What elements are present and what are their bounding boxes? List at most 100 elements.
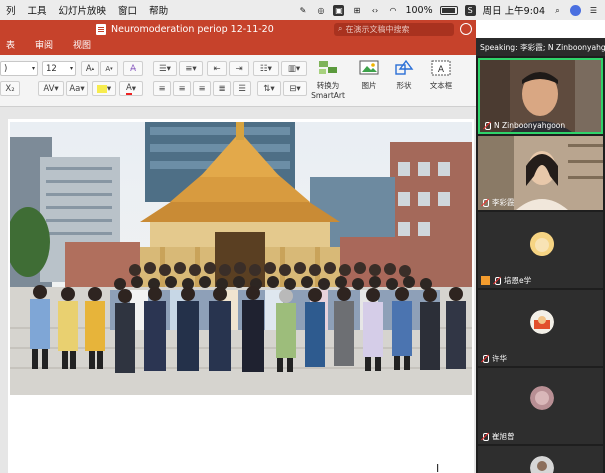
- text-direction-icon[interactable]: ⇅▾: [257, 81, 281, 96]
- avatar-image: [530, 456, 554, 473]
- insert-textbox-button[interactable]: A 文本框: [425, 59, 457, 91]
- align-text-icon[interactable]: ⊟▾: [283, 81, 307, 96]
- script-icon[interactable]: ✎: [297, 5, 308, 16]
- chevron-down-icon: ▾: [69, 65, 73, 72]
- window-title: Neuromoderation periop 12-11-20: [111, 23, 274, 35]
- participant-name-1: N Zinboonyahgoon: [483, 121, 565, 130]
- participant-label: 崔旭曾: [492, 432, 515, 441]
- numbering-icon[interactable]: ≡▾: [179, 61, 203, 76]
- tab-review[interactable]: 审阅: [25, 38, 63, 55]
- spotlight-search-icon[interactable]: ⌕: [552, 5, 563, 16]
- align-center-icon[interactable]: ≡: [173, 81, 191, 96]
- text-cursor-icon: I: [436, 462, 440, 473]
- insert-shape-button[interactable]: 形状: [390, 59, 418, 91]
- muted-mic-icon: [481, 432, 489, 441]
- participant-label: 培恩e学: [504, 276, 532, 285]
- chevron-down-icon: ▾: [31, 65, 35, 72]
- font-size-value: 12: [46, 63, 57, 74]
- grid-icon[interactable]: ⊞: [351, 5, 362, 16]
- participant-tile-4[interactable]: 许华: [478, 290, 603, 366]
- avatar-image: [530, 232, 554, 256]
- clear-format-icon[interactable]: A̶: [123, 61, 143, 76]
- highlight-icon[interactable]: ▾: [92, 81, 116, 96]
- activity-icon[interactable]: ◎: [315, 5, 326, 16]
- arrows-icon[interactable]: ‹›: [369, 5, 380, 16]
- feedback-smiley-icon[interactable]: [460, 23, 472, 35]
- bullets-icon[interactable]: ☰▾: [153, 61, 177, 76]
- char-spacing-label: AV: [43, 83, 55, 94]
- participant-tile-5[interactable]: 崔旭曾: [478, 368, 603, 444]
- participant-tile-2[interactable]: 李彩霞: [478, 136, 603, 210]
- distributed-icon[interactable]: ☰: [233, 81, 251, 96]
- change-case-button[interactable]: Aa ▾: [66, 81, 88, 96]
- search-placeholder: 在演示文稿中搜索: [345, 24, 410, 34]
- battery-icon[interactable]: [439, 5, 458, 15]
- zoom-participants-panel: Speaking: 李彩霞; N Zinboonyahgoon N Zinboo…: [476, 38, 605, 473]
- convert-smartart-button[interactable]: 转换为 SmartArt: [311, 59, 345, 100]
- slide-editor-area[interactable]: I: [0, 107, 476, 473]
- smartart-icon: [319, 61, 337, 74]
- current-slide[interactable]: [8, 119, 474, 473]
- participant-tile-3[interactable]: 培恩e学: [478, 212, 603, 288]
- menu-item-help[interactable]: 帮助: [149, 3, 168, 17]
- subscript-label: X₂: [5, 83, 15, 94]
- tab-table[interactable]: 表: [0, 38, 25, 55]
- participant-tile-6[interactable]: [478, 446, 603, 473]
- menu-item-slideshow[interactable]: 幻灯片放映: [59, 3, 107, 17]
- char-spacing-button[interactable]: AV ▾: [38, 81, 64, 96]
- align-right-icon[interactable]: ≡: [193, 81, 211, 96]
- increase-indent-icon[interactable]: ⇥: [229, 61, 249, 76]
- grow-font-button[interactable]: A ▴: [81, 61, 99, 76]
- menu-item-tools[interactable]: 工具: [28, 3, 47, 17]
- shape-label: 形状: [396, 81, 412, 90]
- siri-icon[interactable]: [570, 4, 581, 16]
- muted-mic-icon: [493, 276, 501, 285]
- tab-view[interactable]: 视图: [63, 38, 101, 55]
- participant-label: N Zinboonyahgoon: [494, 121, 566, 130]
- muted-mic-icon: [481, 354, 489, 363]
- group-photo-image[interactable]: [10, 122, 472, 395]
- muted-mic-icon: [483, 121, 491, 130]
- participant-label: 许华: [492, 354, 507, 363]
- muted-mic-icon: [481, 198, 489, 207]
- search-field[interactable]: ⌕ 在演示文稿中搜索: [334, 22, 454, 36]
- font-color-label: A: [125, 82, 132, 95]
- menubar-clock[interactable]: 周日 上午9:04: [483, 3, 545, 17]
- participant-name-4: 许华: [481, 353, 507, 364]
- screen: { "menubar": { "items": ["列", "工具", "幻灯片…: [0, 0, 605, 473]
- active-speaker-label: Speaking: 李彩霞; N Zinboonyahgoon: [476, 38, 605, 56]
- shrink-font-button[interactable]: A ▾: [100, 61, 118, 76]
- picture-label: 图片: [361, 81, 377, 90]
- mac-menu-bar: 列 工具 幻灯片放映 窗口 帮助 ✎ ◎ ▣ ⊞ ‹› ◠ 100% S 周日 …: [0, 0, 605, 20]
- columns-icon[interactable]: ▥▾: [281, 61, 307, 76]
- participant-tile-1[interactable]: N Zinboonyahgoon: [478, 58, 603, 134]
- subscript-button[interactable]: X₂: [0, 81, 20, 96]
- decrease-indent-icon[interactable]: ⇤: [207, 61, 227, 76]
- textbox-icon: A: [431, 60, 451, 76]
- menu-item-window[interactable]: 窗口: [118, 3, 137, 17]
- smartart-label-1: 转换为: [316, 81, 340, 90]
- font-color-button[interactable]: A ▾: [119, 81, 143, 96]
- font-name-value: ): [4, 63, 8, 74]
- font-size-select[interactable]: 12 ▾: [42, 61, 76, 76]
- control-center-icon[interactable]: ☰: [588, 5, 599, 16]
- ribbon-tabs: 表 审阅 视图: [0, 38, 476, 55]
- justify-icon[interactable]: ≣: [213, 81, 231, 96]
- insert-picture-button[interactable]: 图片: [355, 59, 383, 91]
- line-spacing-icon[interactable]: ☷▾: [253, 61, 279, 76]
- wifi-icon[interactable]: ◠: [387, 5, 398, 16]
- zoom-app-icon[interactable]: ▣: [333, 4, 345, 16]
- avatar: [530, 386, 554, 410]
- picture-icon: [359, 60, 379, 75]
- search-icon: ⌕: [338, 24, 343, 33]
- align-left-icon[interactable]: ≡: [153, 81, 171, 96]
- font-name-select[interactable]: ) ▾: [0, 61, 38, 76]
- svg-text:A: A: [438, 65, 445, 75]
- menu-item-view[interactable]: 列: [6, 3, 16, 17]
- battery-percent: 100%: [405, 4, 433, 16]
- change-case-label: Aa: [69, 83, 81, 94]
- menubar-status-area: ✎ ◎ ▣ ⊞ ‹› ◠ 100% S 周日 上午9:04 ⌕ ☰: [297, 3, 605, 17]
- avatar: [530, 232, 554, 256]
- textbox-label: 文本框: [429, 81, 453, 90]
- input-source-icon[interactable]: S: [464, 4, 476, 16]
